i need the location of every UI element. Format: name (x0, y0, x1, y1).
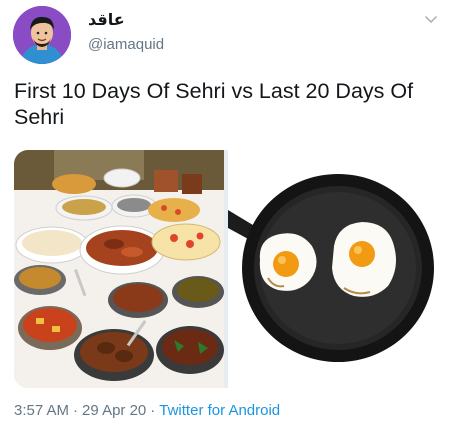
tweet-card: عاقد @iamaquid First 10 Days Of Sehri vs… (0, 0, 450, 435)
tweet-source-link[interactable]: Twitter for Android (159, 402, 280, 419)
chevron-down-icon (425, 16, 437, 23)
tweet-time[interactable]: 3:57 AM (14, 402, 69, 419)
fried-eggs-photo[interactable] (228, 150, 436, 388)
tweet-text: First 10 Days Of Sehri vs Last 20 Days O… (14, 79, 414, 129)
food-spread-image (14, 150, 224, 388)
tweet-menu-button[interactable] (424, 12, 438, 23)
tweet-meta: 3:57 AM · 29 Apr 20 · Twitter for Android (14, 402, 280, 419)
author-handle[interactable]: @iamaquid (88, 36, 164, 53)
author-display-name[interactable]: عاقد (88, 10, 125, 30)
fried-eggs-pan-image (228, 150, 436, 388)
tweet-date[interactable]: 29 Apr 20 (82, 402, 146, 419)
tweet-media (14, 150, 436, 388)
avatar[interactable] (13, 6, 71, 64)
avatar-cartoon-icon (13, 6, 71, 64)
sehri-feast-photo[interactable] (14, 150, 224, 388)
meta-separator: · (150, 402, 156, 419)
meta-separator: · (73, 402, 79, 419)
